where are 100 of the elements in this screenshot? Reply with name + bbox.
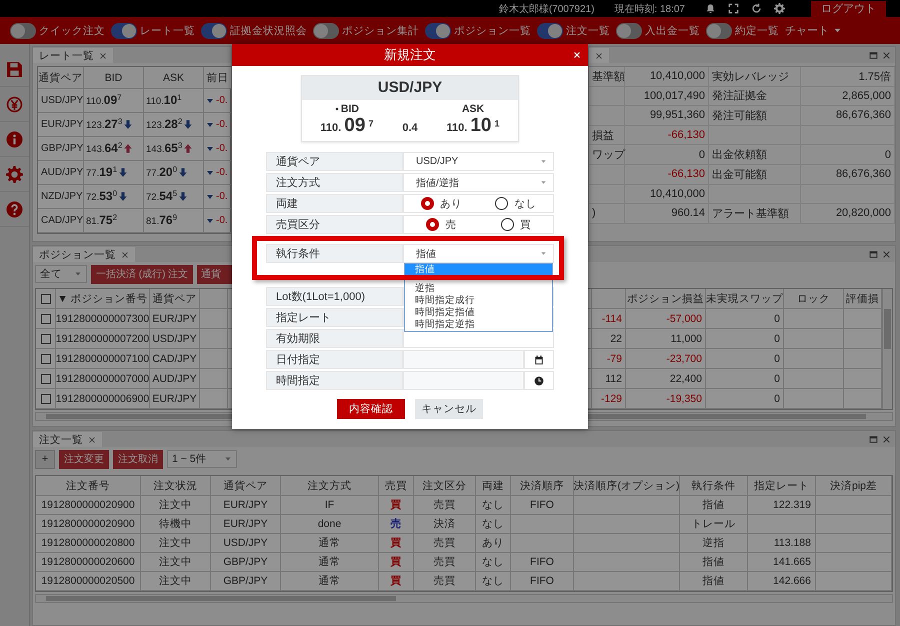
column-header[interactable]: 両建 (476, 476, 511, 496)
radio-button[interactable] (500, 218, 514, 231)
column-header[interactable]: 通貨ペア (150, 289, 200, 309)
logout-button[interactable]: ログアウト (811, 0, 886, 16)
column-header[interactable]: 注文区分 (414, 476, 476, 496)
column-header[interactable]: ロック (784, 289, 844, 309)
checkbox[interactable] (40, 294, 50, 304)
input-field[interactable] (403, 350, 524, 369)
dropdown-option[interactable]: 時間指定逆指 (405, 319, 552, 331)
maximize-icon[interactable] (869, 250, 878, 259)
column-header[interactable]: 決済順序(オプション) (574, 476, 680, 496)
chart-menu[interactable]: チャート (785, 23, 842, 38)
calendar-icon[interactable] (534, 354, 544, 364)
input-field[interactable] (403, 371, 524, 390)
table-cell: -79 (592, 349, 626, 369)
save-icon[interactable] (6, 60, 23, 78)
column-header[interactable]: 注文番号 (36, 476, 141, 496)
checkbox[interactable] (40, 334, 50, 344)
column-header[interactable]: ▼ ポジション番号 (56, 289, 150, 309)
column-header[interactable]: BID (84, 67, 144, 89)
panel-toggle[interactable]: クイック注文 (10, 20, 105, 40)
fullscreen-icon[interactable] (728, 3, 739, 14)
panel-toggle[interactable]: ポジション集計 (313, 20, 419, 40)
radio-button[interactable] (495, 197, 508, 210)
action-button[interactable]: 注文取消 (113, 450, 163, 468)
column-header[interactable]: 通貨ペア (211, 476, 281, 496)
checkbox[interactable] (40, 374, 50, 384)
column-header[interactable]: 評価損 (844, 289, 882, 309)
price-text: 77.20$^{0}$ (146, 165, 178, 180)
table-cell: FIFO (511, 496, 574, 515)
select-field[interactable]: 指値/逆指 (403, 173, 554, 192)
settings-icon[interactable] (774, 3, 785, 14)
panel-tab[interactable]: 注文一覧 (33, 432, 102, 447)
column-header[interactable]: 注文方式 (281, 476, 379, 496)
scrollbar[interactable] (35, 594, 893, 603)
clock-icon[interactable] (534, 376, 544, 386)
range-select[interactable]: 1 ~ 5件 (167, 450, 237, 468)
bell-icon[interactable] (705, 3, 716, 14)
table-cell: 1912800000007200 (56, 329, 150, 349)
yen-icon[interactable] (6, 96, 23, 112)
panel-tab[interactable]: ポジション一覧 (33, 247, 135, 262)
panel-toggle[interactable]: 入出金一覧 (616, 20, 700, 40)
panel-tab[interactable]: レート一覧 (33, 48, 113, 63)
action-button[interactable]: 注文変更 (59, 450, 109, 468)
select-field[interactable]: USD/JPY (403, 152, 554, 171)
dropdown-option[interactable]: 逆指 (405, 283, 552, 295)
filter-select[interactable]: 全て (35, 265, 87, 283)
settings-icon[interactable] (6, 166, 23, 182)
maximize-icon[interactable] (869, 435, 878, 444)
dialog-title: 新規注文 (384, 46, 436, 64)
column-header[interactable]: 通貨ペア (38, 67, 84, 89)
action-button[interactable]: 一括決済 (成行) 注文 (91, 264, 194, 284)
column-header[interactable]: 決済pip差 (816, 476, 892, 496)
column-header[interactable]: 決済順序 (511, 476, 574, 496)
panel-toggle[interactable]: 約定一覧 (706, 20, 779, 40)
price-text: 81.76$^{9}$ (146, 213, 178, 228)
label-text: 実効レバレッジ (712, 70, 789, 84)
panel-toggle[interactable]: 注文一覧 (537, 20, 610, 40)
close-icon[interactable] (595, 52, 603, 60)
checkbox[interactable] (40, 394, 50, 404)
radio-button[interactable] (420, 197, 434, 210)
close-icon[interactable] (882, 51, 891, 60)
value-text: 99,951,360 (650, 109, 705, 122)
column-header[interactable]: 未実現スワップ (706, 289, 784, 309)
radio-button[interactable] (426, 218, 440, 231)
maximize-icon[interactable] (869, 51, 878, 60)
panel-toggle[interactable]: ポジション一覧 (425, 20, 531, 40)
close-icon[interactable] (99, 52, 107, 60)
cancel-button[interactable]: キャンセル (415, 399, 483, 419)
add-button[interactable]: + (35, 450, 55, 468)
checkbox[interactable] (40, 354, 50, 364)
panel-tab[interactable] (589, 48, 609, 63)
help-icon[interactable] (6, 200, 23, 218)
dropdown-option[interactable]: 指値 (405, 264, 552, 276)
down-arrow-icon (118, 167, 128, 178)
checkbox[interactable] (40, 314, 50, 324)
column-header[interactable]: 売買 (379, 476, 414, 496)
column-header[interactable]: 執行条件 (680, 476, 748, 496)
scrollbar[interactable] (882, 289, 892, 409)
column-header[interactable]: 注文状況 (141, 476, 211, 496)
column-header[interactable]: ASK (144, 67, 204, 89)
close-icon[interactable] (882, 250, 891, 259)
column-header[interactable]: 指定レート (748, 476, 816, 496)
close-icon[interactable] (121, 250, 129, 258)
dropdown-option[interactable]: 時間指定成行 (405, 295, 552, 307)
dropdown-option[interactable]: 時間指定指値 (405, 307, 552, 319)
info-icon[interactable] (6, 130, 23, 148)
close-icon[interactable] (88, 436, 96, 444)
caret-icon (540, 158, 547, 165)
column-header[interactable]: ポジション損益 (626, 289, 706, 309)
table-cell: 22,400 (626, 369, 706, 389)
panel-toggle[interactable]: 証拠金状況照会 (201, 20, 307, 40)
table-cell: EUR/JPY (38, 113, 84, 137)
table-cell: 売買 (414, 534, 476, 553)
price-text: 143.64$^{2}$ (86, 141, 122, 156)
confirm-button[interactable]: 内容確認 (337, 399, 405, 419)
refresh-icon[interactable] (751, 3, 762, 14)
close-icon[interactable] (882, 435, 891, 444)
column-header[interactable]: 前日 (204, 67, 232, 89)
panel-toggle[interactable]: レート一覧 (111, 20, 195, 40)
